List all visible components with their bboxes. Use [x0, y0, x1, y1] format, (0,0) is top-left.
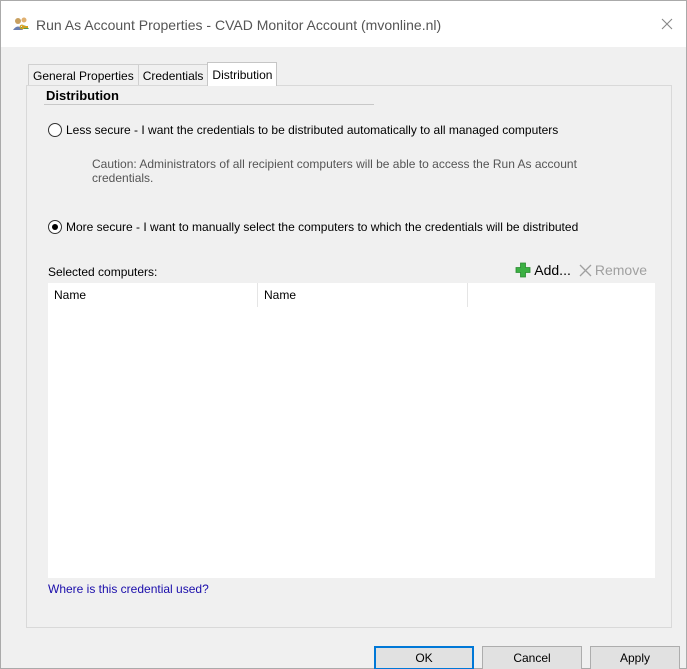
radio-more-secure[interactable]: More secure - I want to manually select … — [48, 220, 578, 234]
column-header-name-1[interactable]: Name — [48, 283, 258, 307]
list-toolbar: Add... Remove — [515, 262, 647, 278]
tab-general-properties[interactable]: General Properties — [28, 64, 139, 86]
group-divider — [44, 104, 374, 105]
radio-more-secure-button[interactable] — [48, 220, 62, 234]
cancel-button[interactable]: Cancel — [482, 646, 582, 669]
selected-computers-list[interactable]: Name Name — [48, 283, 655, 578]
plus-icon — [515, 262, 531, 278]
window-title: Run As Account Properties - CVAD Monitor… — [36, 17, 442, 33]
close-icon[interactable] — [654, 11, 680, 37]
tab-credentials[interactable]: Credentials — [137, 64, 209, 86]
add-label: Add... — [534, 262, 571, 278]
radio-less-secure-label: Less secure - I want the credentials to … — [66, 123, 559, 137]
properties-dialog: Run As Account Properties - CVAD Monitor… — [0, 0, 687, 669]
tab-strip: General Properties Credentials Distribut… — [28, 62, 278, 86]
remove-label: Remove — [594, 262, 647, 278]
radio-less-secure[interactable]: Less secure - I want the credentials to … — [48, 123, 558, 137]
radio-more-secure-label: More secure - I want to manually select … — [66, 220, 579, 234]
users-key-icon — [12, 16, 30, 32]
remove-button[interactable]: Remove — [579, 262, 647, 278]
x-icon — [579, 264, 592, 276]
caution-text: Caution: Administrators of all recipient… — [92, 157, 577, 185]
selected-computers-label: Selected computers: — [48, 265, 158, 279]
ok-button[interactable]: OK — [374, 646, 474, 669]
add-button[interactable]: Add... — [515, 262, 571, 278]
apply-button[interactable]: Apply — [590, 646, 680, 669]
distribution-panel: Distribution Less secure - I want the cr… — [26, 85, 672, 628]
title-bar[interactable]: Run As Account Properties - CVAD Monitor… — [1, 1, 686, 47]
group-title: Distribution — [46, 88, 119, 103]
tab-distribution[interactable]: Distribution — [207, 62, 278, 86]
help-link[interactable]: Where is this credential used? — [48, 582, 209, 596]
column-header-name-2[interactable]: Name — [258, 283, 468, 307]
list-header: Name Name — [48, 283, 468, 307]
radio-less-secure-button[interactable] — [48, 123, 62, 137]
